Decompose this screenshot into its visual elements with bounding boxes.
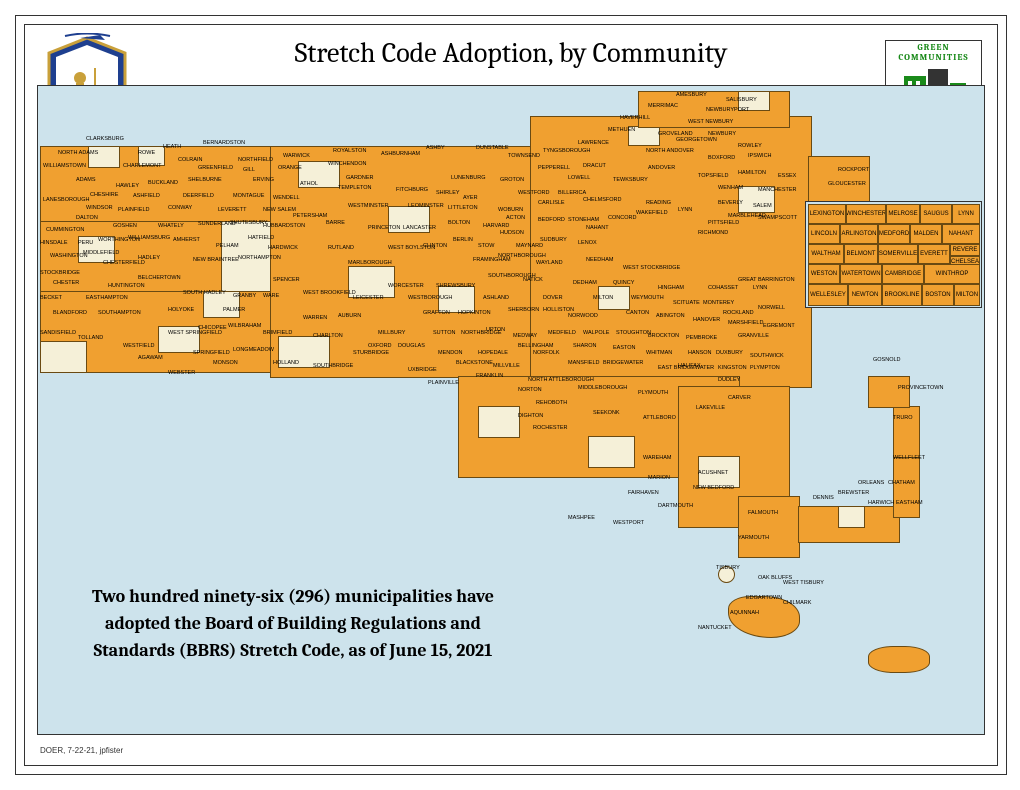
- inset-muni: BOSTON: [922, 284, 954, 306]
- inset-muni: BROOKLINE: [882, 284, 922, 306]
- muni-label: ORLEANS: [858, 481, 884, 487]
- muni-label: OAK BLUFFS: [758, 576, 792, 582]
- muni-label: CLARKSBURG: [86, 137, 124, 143]
- inset-muni: SAUGUS: [920, 204, 952, 224]
- map-container: AMESBURY SALISBURY MERRIMAC NEWBURYPORT …: [37, 85, 985, 735]
- inset-muni: MEDFORD: [878, 224, 910, 244]
- page-title: Stretch Code Adoption, by Community: [25, 37, 997, 69]
- muni-label: MASHPEE: [568, 516, 595, 522]
- inset-muni: NAHANT: [942, 224, 980, 244]
- inset-muni: WALTHAM: [808, 244, 844, 264]
- inset-muni: LYNN: [952, 204, 980, 224]
- inset-muni: BELMONT: [844, 244, 878, 264]
- muni-label: NANTUCKET: [698, 626, 732, 632]
- muni-label: PLAINVILLE: [428, 381, 459, 387]
- inset-muni: WELLESLEY: [808, 284, 848, 306]
- inset-muni: WINTHROP: [924, 264, 980, 284]
- inset-muni: EVERETT: [918, 244, 950, 264]
- inset-muni: MILTON: [954, 284, 980, 306]
- inset-muni: LEXINGTON: [808, 204, 846, 224]
- inset-muni: LINCOLN: [808, 224, 840, 244]
- page-frame: Stretch Code Adoption, by Community GREE…: [15, 15, 1007, 775]
- muni-label: BREWSTER: [838, 491, 869, 497]
- inset-muni: SOMERVILLE: [878, 244, 918, 264]
- inset-muni: ARLINGTON: [840, 224, 878, 244]
- credit-line: DOER, 7-22-21, jpfister: [40, 746, 123, 755]
- inset-boston-metro: LEXINGTON WINCHESTER MELROSE SAUGUS LYNN…: [805, 201, 982, 308]
- muni-label: WEST TISBURY: [783, 581, 824, 587]
- summary-text: Two hundred ninety-six (296) municipalit…: [78, 583, 508, 664]
- inner-frame: Stretch Code Adoption, by Community GREE…: [24, 24, 998, 766]
- inset-muni: WATERTOWN: [840, 264, 882, 284]
- muni-label: DENNIS: [813, 496, 834, 502]
- inset-muni: REVERE: [950, 244, 980, 256]
- inset-muni: MELROSE: [886, 204, 920, 224]
- inset-muni: WINCHESTER: [846, 204, 886, 224]
- muni-label: GOSNOLD: [873, 358, 901, 364]
- inset-muni: NEWTON: [848, 284, 882, 306]
- muni-label: FAIRHAVEN: [628, 491, 659, 497]
- inset-muni: CAMBRIDGE: [882, 264, 924, 284]
- inset-muni: MALDEN: [910, 224, 942, 244]
- inset-muni: WESTON: [808, 264, 840, 284]
- muni-label: WESTPORT: [613, 521, 644, 527]
